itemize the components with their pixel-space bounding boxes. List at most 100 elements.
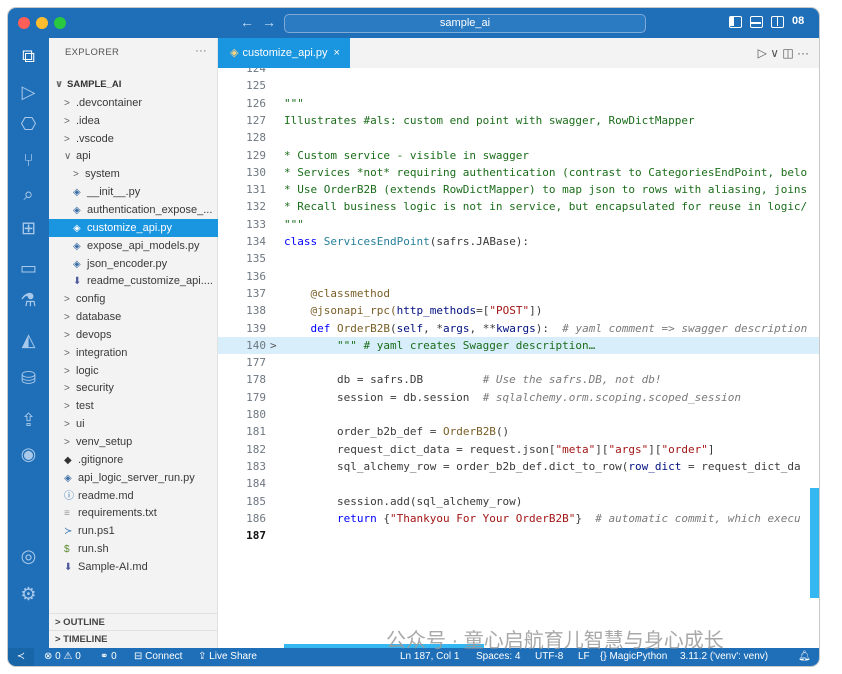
notifications-bell-icon[interactable]: 🔔︎ xyxy=(798,648,811,666)
tree-item[interactable]: ≡ requirements.txt xyxy=(49,504,218,522)
tree-item[interactable]: > ui xyxy=(49,415,218,433)
forward-arrow-icon[interactable]: → xyxy=(262,14,276,30)
tree-item[interactable]: ∨ api xyxy=(49,147,218,165)
tree-item[interactable]: ◈ json_encoder.py xyxy=(49,255,218,273)
code-line[interactable]: 126 """ xyxy=(218,95,819,112)
code-token: """ xyxy=(284,217,304,231)
code-line[interactable]: 125 xyxy=(218,77,819,94)
tree-item[interactable]: ⬇ Sample-AI.md xyxy=(49,558,218,576)
vertical-scrollbar[interactable] xyxy=(810,488,819,598)
code-line[interactable]: 184 xyxy=(218,475,819,492)
close-tab-icon[interactable]: × xyxy=(333,47,339,59)
code-line[interactable]: 128 xyxy=(218,129,819,146)
code-token: """ xyxy=(284,96,304,110)
code-line[interactable]: 186 return {"Thankyou For Your OrderB2B"… xyxy=(218,510,819,527)
toggle-primary-sidebar-icon[interactable] xyxy=(729,16,742,28)
problems-status[interactable]: ⊗ 0 ⚠ 0 xyxy=(44,648,81,666)
tree-item[interactable]: > system xyxy=(49,165,218,183)
code-line[interactable]: 182 request_dict_data = request.json["me… xyxy=(218,441,819,458)
tree-item[interactable]: > integration xyxy=(49,344,218,362)
command-center-search[interactable]: sample_ai xyxy=(284,14,646,33)
tree-item[interactable]: ◈ __init__.py xyxy=(49,183,218,201)
back-arrow-icon[interactable]: ← xyxy=(240,14,254,30)
run-debug-icon[interactable]: ▷ xyxy=(8,77,49,107)
code-line[interactable]: 187 xyxy=(218,527,819,544)
code-token: db = safrs.DB xyxy=(284,373,483,387)
workspace-root[interactable]: ∨ SAMPLE_AI xyxy=(49,76,218,94)
code-line[interactable]: 177 xyxy=(218,354,819,371)
database-icon[interactable]: ⛁ xyxy=(8,363,49,393)
code-line[interactable]: 139 def OrderB2B(self, *args, **kwargs):… xyxy=(218,320,819,337)
tree-item[interactable]: ◆ .gitignore xyxy=(49,451,218,469)
code-editor[interactable]: 124 125 126 """ 127 Illustrates #als: custom … xyxy=(218,68,819,648)
toggle-secondary-sidebar-icon[interactable] xyxy=(771,16,784,28)
settings-gear-icon[interactable]: ⚙ xyxy=(8,579,49,609)
tree-item[interactable]: > venv_setup xyxy=(49,433,218,451)
docker-icon[interactable]: ◭ xyxy=(8,325,49,355)
remote-indicator-icon[interactable]: ≺ xyxy=(8,648,34,666)
code-line[interactable]: 130 * Services *not* requiring authentica… xyxy=(218,164,819,181)
github-icon[interactable]: ◉ xyxy=(8,439,49,469)
connect-status[interactable]: ⊟ Connect xyxy=(134,648,182,666)
tree-item[interactable]: ⬇ readme_customize_api.... xyxy=(49,272,218,290)
tree-item[interactable]: ◈ expose_api_models.py xyxy=(49,237,218,255)
testing-icon[interactable]: ⚗ xyxy=(8,285,49,315)
tree-item[interactable]: ⓘ readme.md xyxy=(49,487,218,505)
tree-item[interactable]: > .idea xyxy=(49,112,218,130)
explorer-icon[interactable]: ⧉ xyxy=(8,41,49,71)
tree-item[interactable]: > devops xyxy=(49,326,218,344)
more-actions-icon[interactable]: ··· xyxy=(195,45,207,57)
maximize-window-button[interactable] xyxy=(54,17,66,29)
code-line[interactable]: 183 sql_alchemy_row = order_b2b_def.dict… xyxy=(218,458,819,475)
tree-item[interactable]: > database xyxy=(49,308,218,326)
tree-item[interactable]: > security xyxy=(49,379,218,397)
remote-explorer-icon[interactable]: ▭ xyxy=(8,253,49,283)
account-icon[interactable]: ◎ xyxy=(8,541,49,571)
code-line[interactable]: 135 xyxy=(218,250,819,267)
code-line[interactable]: 178 db = safrs.DB # Use the safrs.DB, no… xyxy=(218,371,819,388)
tab-customize-api[interactable]: ◈ customize_api.py × xyxy=(218,38,350,68)
code-line[interactable]: 131 * Use OrderB2B (extends RowDictMapper… xyxy=(218,181,819,198)
minimize-window-button[interactable] xyxy=(36,17,48,29)
code-token: { xyxy=(383,511,390,525)
code-line[interactable]: 133 """ xyxy=(218,216,819,233)
tree-item[interactable]: $ run.sh xyxy=(49,540,218,558)
code-line[interactable]: 134 class ServicesEndPoint(safrs.JABase): xyxy=(218,233,819,250)
tree-item[interactable]: ≻ run.ps1 xyxy=(49,522,218,540)
customize-layout-icon[interactable]: 08 xyxy=(792,15,804,27)
live-share-status[interactable]: ⇪ Live Share xyxy=(198,648,257,666)
editor-actions[interactable]: ▷ ∨ ◫ ··· xyxy=(758,46,809,60)
ports-status[interactable]: ⚭ 0 xyxy=(100,648,117,666)
code-line[interactable]: 138 @jsonapi_rpc(http_methods=["POST"]) xyxy=(218,302,819,319)
source-control-icon[interactable]: ⎔ xyxy=(8,109,49,139)
code-line[interactable]: 185 session.add(sql_alchemy_row) xyxy=(218,493,819,510)
fold-chevron-icon[interactable]: > xyxy=(270,337,277,354)
tree-item[interactable]: ◈ authentication_expose_... xyxy=(49,201,218,219)
tree-item[interactable]: ◈ customize_api.py xyxy=(49,218,218,237)
tree-item[interactable]: > test xyxy=(49,397,218,415)
outline-section[interactable]: > OUTLINE xyxy=(49,613,218,630)
code-line[interactable]: 124 xyxy=(218,68,819,77)
code-line[interactable]: 137 @classmethod xyxy=(218,285,819,302)
git-graph-icon[interactable]: ⑂ xyxy=(8,145,49,175)
toggle-panel-icon[interactable] xyxy=(750,16,763,28)
tree-item[interactable]: > .vscode xyxy=(49,130,218,148)
code-line[interactable]: 180 xyxy=(218,406,819,423)
search-icon[interactable]: ⌕ xyxy=(8,179,49,209)
close-window-button[interactable] xyxy=(18,17,30,29)
extensions-icon[interactable]: ⊞ xyxy=(8,213,49,243)
tree-item[interactable]: > .devcontainer xyxy=(49,94,218,112)
code-line[interactable]: 132 * Recall business logic is not in ser… xyxy=(218,198,819,215)
code-line[interactable]: 181 order_b2b_def = OrderB2B() xyxy=(218,423,819,440)
code-line[interactable]: 140 > """ # yaml creates Swagger descript… xyxy=(218,336,819,354)
code-line[interactable]: 127 Illustrates #als: custom end point wi… xyxy=(218,112,819,129)
timeline-section[interactable]: > TIMELINE xyxy=(49,630,218,647)
tree-item[interactable]: ◈ api_logic_server_run.py xyxy=(49,469,218,487)
code-line[interactable]: 136 xyxy=(218,268,819,285)
code-line[interactable]: 179 session = db.session # sqlalchemy.or… xyxy=(218,389,819,406)
live-share-icon[interactable]: ⇪ xyxy=(8,405,49,435)
tree-item[interactable]: > logic xyxy=(49,362,218,380)
explorer-title: EXPLORER xyxy=(65,46,120,58)
code-line[interactable]: 129 * Custom service - visible in swagger xyxy=(218,147,819,164)
tree-item[interactable]: > config xyxy=(49,290,218,308)
